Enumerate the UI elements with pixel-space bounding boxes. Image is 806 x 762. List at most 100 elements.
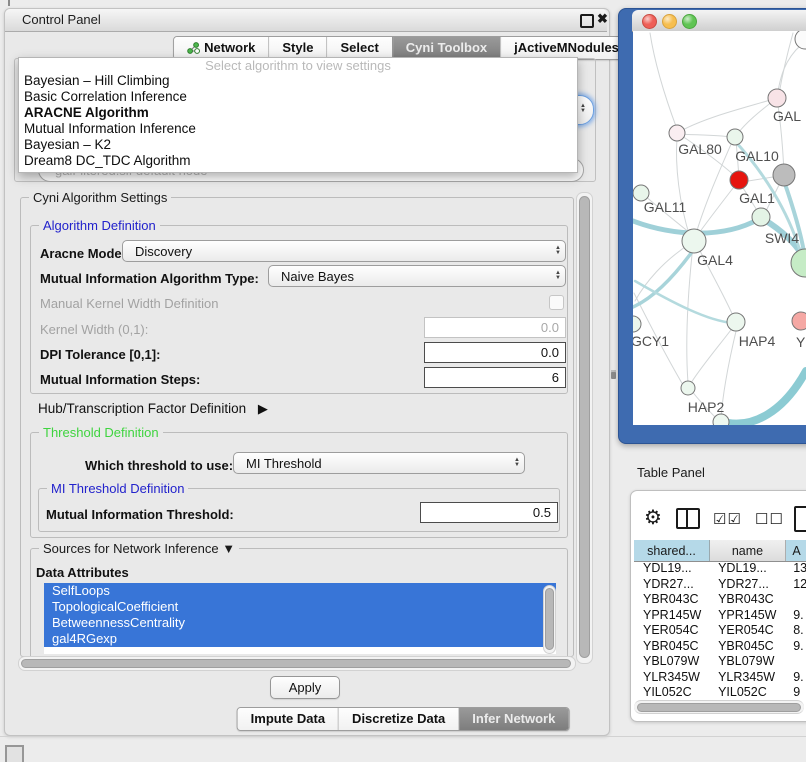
network-node[interactable] — [730, 171, 748, 189]
tab-style[interactable]: Style — [268, 37, 326, 59]
network-edge[interactable] — [635, 281, 733, 323]
attribute-item[interactable]: TopologicalCoefficient — [44, 599, 556, 615]
unchecked-boxes-icon[interactable]: ☐☐ — [755, 510, 784, 528]
network-canvas[interactable]: GALGAL80GAL10GAL1GAL11SWI4GAL4GCY1HAP4YH… — [633, 31, 806, 425]
algorithm-list: Bayesian – Hill ClimbingBasic Correlatio… — [19, 73, 577, 169]
network-edge[interactable] — [728, 371, 806, 424]
split-columns-icon[interactable] — [676, 508, 700, 529]
network-node[interactable] — [792, 312, 806, 330]
table-row[interactable]: YBR043CYBR043C — [634, 592, 806, 608]
tab-network[interactable]: Network — [174, 37, 268, 59]
network-edge[interactable] — [679, 98, 777, 132]
network-edge[interactable] — [691, 326, 734, 383]
apply-button[interactable]: Apply — [270, 676, 340, 699]
table-horizontal-scrollbar-thumb[interactable] — [637, 703, 801, 712]
column-header-shared-[interactable]: shared... — [634, 540, 710, 561]
checked-boxes-icon[interactable]: ☑☑ — [713, 510, 742, 528]
mi-threshold-field[interactable]: 0.5 — [420, 502, 558, 523]
gear-icon[interactable]: ⚙ — [644, 505, 662, 530]
tab-jactivemnodules[interactable]: jActiveMNodules — [500, 37, 632, 59]
tab-label: Select — [340, 37, 378, 59]
dpi-tolerance-label: DPI Tolerance [0,1]: — [40, 347, 160, 362]
table-row[interactable]: YBR045CYBR045C9. — [634, 639, 806, 655]
settings-horizontal-scrollbar[interactable] — [18, 656, 576, 671]
network-node[interactable] — [795, 31, 806, 49]
node-label: HAP2 — [688, 399, 725, 415]
collapse-arrow-icon[interactable]: ▼ — [222, 541, 235, 556]
network-node[interactable] — [752, 208, 770, 226]
settings-vertical-scrollbar[interactable] — [576, 192, 593, 664]
algorithm-option[interactable]: Bayesian – K2 — [19, 137, 577, 153]
tab-select[interactable]: Select — [326, 37, 391, 59]
network-node[interactable] — [727, 313, 745, 331]
network-edge[interactable] — [635, 243, 691, 301]
tab-discretize-data[interactable]: Discretize Data — [338, 708, 458, 730]
node-label: GAL80 — [678, 141, 722, 157]
algorithm-option[interactable]: Mutual Information Inference — [19, 121, 577, 137]
table-horizontal-scrollbar[interactable] — [634, 700, 804, 714]
tab-infer-network[interactable]: Infer Network — [458, 708, 568, 730]
attribute-item[interactable]: SelfLoops — [44, 583, 556, 599]
which-threshold-combo[interactable]: MI Threshold ▲▼ — [233, 452, 525, 474]
network-node[interactable] — [633, 316, 641, 332]
table-row[interactable]: YIL052CYIL052C9 — [634, 685, 806, 700]
dpi-tolerance-field[interactable]: 0.0 — [424, 342, 566, 363]
network-node[interactable] — [791, 249, 806, 277]
page-icon[interactable] — [794, 506, 806, 532]
panel-splitter-handle[interactable] — [611, 370, 616, 379]
threshold-title: Threshold Definition — [39, 425, 163, 440]
float-panel-icon[interactable] — [580, 14, 594, 28]
algorithm-option[interactable]: ARACNE Algorithm — [19, 105, 577, 121]
algorithm-option[interactable]: Bayesian – Hill Climbing — [19, 73, 577, 89]
network-edge[interactable] — [778, 45, 801, 91]
network-node[interactable] — [681, 381, 695, 395]
mi-steps-field[interactable]: 6 — [424, 367, 566, 388]
close-light[interactable] — [642, 14, 657, 29]
table-cell: 9. — [784, 670, 806, 686]
network-node[interactable] — [669, 125, 685, 141]
column-header-a[interactable]: A — [786, 540, 806, 561]
network-edge[interactable] — [678, 134, 730, 137]
tab-impute-data[interactable]: Impute Data — [238, 708, 338, 730]
network-node[interactable] — [768, 89, 786, 107]
minimize-light[interactable] — [662, 14, 677, 29]
list-scrollbar[interactable] — [543, 585, 556, 654]
close-panel-icon[interactable]: ✖ — [597, 11, 608, 27]
network-window-titlebar[interactable] — [632, 10, 806, 32]
kernel-width-field: 0.0 — [424, 317, 566, 338]
tab-label: Cyni Toolbox — [406, 37, 487, 59]
algorithm-option[interactable]: Dream8 DC_TDC Algorithm — [19, 153, 577, 169]
network-edge[interactable] — [687, 245, 693, 383]
aracne-mode-label: Aracne Mode: — [40, 246, 126, 261]
column-header-name[interactable]: name — [710, 540, 786, 561]
tab-cyni-toolbox[interactable]: Cyni Toolbox — [392, 37, 500, 59]
settings-horizontal-scrollbar-thumb[interactable] — [21, 659, 571, 668]
network-icon — [187, 42, 200, 55]
mi-type-combo[interactable]: Naive Bayes ▲▼ — [268, 265, 566, 287]
hub-definition-toggle[interactable]: Hub/Transcription Factor Definition ▶ — [38, 401, 268, 417]
table-row[interactable]: YPR145WYPR145W9. — [634, 608, 806, 624]
table-row[interactable]: YER054CYER054C8. — [634, 623, 806, 639]
table-row[interactable]: YDR27...YDR27...12 — [634, 577, 806, 593]
network-edge[interactable] — [650, 33, 677, 129]
attribute-item[interactable]: gal4RGexp — [44, 631, 556, 647]
table-row[interactable]: YLR345WYLR345W9. — [634, 670, 806, 686]
network-graph[interactable]: GALGAL80GAL10GAL1GAL11SWI4GAL4GCY1HAP4YH… — [633, 31, 806, 425]
network-node[interactable] — [773, 164, 795, 186]
network-node[interactable] — [727, 129, 743, 145]
aracne-mode-combo[interactable]: Discovery ▲▼ — [122, 240, 566, 262]
tab-label: Impute Data — [251, 708, 325, 730]
settings-vertical-scrollbar-thumb[interactable] — [579, 196, 590, 658]
zoom-light[interactable] — [682, 14, 697, 29]
network-node[interactable] — [682, 229, 706, 253]
list-scrollbar-thumb[interactable] — [545, 588, 554, 650]
attribute-item[interactable]: BetweennessCentrality — [44, 615, 556, 631]
corner-grip[interactable] — [5, 745, 24, 762]
table-row[interactable]: YBL079WYBL079W — [634, 654, 806, 670]
network-node[interactable] — [713, 414, 729, 425]
table-cell: YBR045C — [709, 639, 784, 655]
algorithm-option[interactable]: Basic Correlation Inference — [19, 89, 577, 105]
network-edge[interactable] — [779, 33, 793, 94]
table-cell: YBL079W — [709, 654, 784, 670]
table-row[interactable]: YDL19...YDL19...13 — [634, 561, 806, 577]
